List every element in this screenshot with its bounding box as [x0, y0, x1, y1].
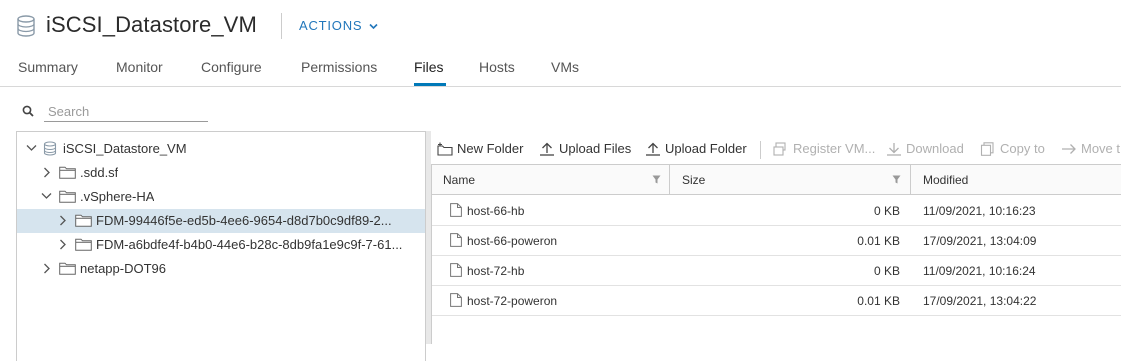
table-row[interactable]: host-66-hb 0 KB 11/09/2021, 10:16:23: [432, 195, 1121, 226]
file-icon: [450, 293, 462, 307]
file-modified: 17/09/2021, 13:04:09: [923, 234, 1037, 248]
upload-folder-button[interactable]: Upload Folder: [645, 141, 747, 156]
new-folder-label: New Folder: [457, 141, 524, 156]
search-icon: [22, 104, 34, 122]
actions-button[interactable]: ACTIONS: [299, 18, 378, 33]
download-icon: [887, 143, 901, 156]
chevron-right-icon[interactable]: [59, 215, 67, 226]
tree-item-vsphere-ha[interactable]: .vSphere-HA: [17, 185, 425, 209]
tree-item-label: iSCSI_Datastore_VM: [63, 141, 187, 156]
title-divider: [281, 13, 282, 39]
tab-summary[interactable]: Summary: [18, 59, 78, 75]
new-folder-icon: [437, 142, 453, 156]
file-size: 0 KB: [873, 204, 900, 218]
upload-icon: [540, 142, 554, 156]
tree-item-label: .sdd.sf: [80, 165, 119, 180]
tree-item-label: .vSphere-HA: [80, 189, 155, 204]
chevron-right-icon[interactable]: [59, 239, 67, 250]
download-label: Download: [906, 141, 964, 156]
file-name: host-66-poweron: [467, 234, 558, 248]
active-tab-indicator: [414, 83, 446, 86]
file-modified: 11/09/2021, 10:16:23: [923, 204, 1036, 218]
column-header-name[interactable]: Name: [443, 173, 475, 187]
folder-icon: [59, 190, 76, 203]
column-separator[interactable]: [910, 165, 911, 194]
toolbar-divider: [760, 141, 761, 159]
file-modified: 17/09/2021, 13:04:22: [923, 294, 1037, 308]
chevron-down-icon[interactable]: [26, 144, 37, 152]
file-name: host-72-hb: [467, 264, 525, 278]
file-size: 0 KB: [873, 264, 900, 278]
register-vm-icon: [773, 142, 786, 156]
tree-item-label: netapp-DOT96: [80, 261, 166, 276]
download-button[interactable]: Download: [886, 141, 964, 156]
tab-configure[interactable]: Configure: [201, 59, 262, 75]
upload-folder-label: Upload Folder: [665, 141, 747, 156]
tree-item-fdm-1[interactable]: FDM-99446f5e-ed5b-4ee6-9654-d8d7b0c9df89…: [17, 209, 425, 233]
folder-tree: iSCSI_Datastore_VM .sdd.sf .vSphere-HA F…: [16, 131, 426, 361]
tree-item-datastore[interactable]: iSCSI_Datastore_VM: [17, 137, 425, 161]
file-modified: 11/09/2021, 10:16:24: [923, 264, 1036, 278]
tree-item-label: FDM-a6bdfe4f-b4b0-44e6-b28c-8db9fa1e9c9f…: [96, 237, 403, 252]
folder-icon: [75, 214, 92, 227]
tab-files[interactable]: Files: [414, 59, 444, 75]
tree-item-netapp[interactable]: netapp-DOT96: [17, 257, 425, 281]
chevron-right-icon[interactable]: [43, 263, 51, 274]
upload-files-button[interactable]: Upload Files: [539, 141, 631, 156]
datastore-icon: [43, 141, 57, 156]
table-row[interactable]: host-72-hb 0 KB 11/09/2021, 10:16:24: [432, 255, 1121, 286]
upload-icon: [646, 142, 660, 156]
tab-monitor[interactable]: Monitor: [116, 59, 163, 75]
datastore-icon: [16, 15, 36, 37]
files-grid: Name Size Modified host-66-hb 0 KB 11/09…: [431, 164, 1121, 344]
column-header-size[interactable]: Size: [682, 173, 705, 187]
file-icon: [450, 263, 462, 277]
tab-permissions[interactable]: Permissions: [301, 59, 377, 75]
move-to-label: Move t: [1081, 141, 1121, 156]
file-size: 0.01 KB: [857, 234, 900, 248]
filter-icon[interactable]: [652, 175, 661, 184]
table-row[interactable]: host-66-poweron 0.01 KB 17/09/2021, 13:0…: [432, 225, 1121, 256]
register-vm-label: Register VM...: [793, 141, 876, 156]
tree-item-sdd-sf[interactable]: .sdd.sf: [17, 161, 425, 185]
copy-to-label: Copy to: [1000, 141, 1045, 156]
file-icon: [450, 233, 462, 247]
chevron-down-icon: [369, 23, 378, 30]
folder-icon: [75, 238, 92, 251]
column-header-modified[interactable]: Modified: [923, 173, 968, 187]
grid-header: Name Size Modified: [432, 165, 1121, 195]
page-title: iSCSI_Datastore_VM: [46, 12, 257, 37]
filter-icon[interactable]: [892, 175, 901, 184]
column-separator[interactable]: [669, 165, 670, 194]
new-folder-button[interactable]: New Folder: [437, 141, 523, 156]
arrow-right-icon: [1062, 144, 1076, 154]
tab-vms[interactable]: VMs: [551, 59, 579, 75]
copy-icon: [980, 142, 994, 156]
copy-to-button[interactable]: Copy to: [980, 141, 1045, 156]
actions-label: ACTIONS: [299, 18, 363, 33]
chevron-right-icon[interactable]: [43, 167, 51, 178]
register-vm-button[interactable]: Register VM...: [773, 141, 875, 156]
upload-files-label: Upload Files: [559, 141, 632, 156]
tree-item-label: FDM-99446f5e-ed5b-4ee6-9654-d8d7b0c9df89…: [96, 213, 392, 228]
tab-hosts[interactable]: Hosts: [479, 59, 515, 75]
move-to-button[interactable]: Move t: [1061, 141, 1120, 156]
file-name: host-72-poweron: [467, 294, 558, 308]
file-size: 0.01 KB: [857, 294, 900, 308]
table-row[interactable]: host-72-poweron 0.01 KB 17/09/2021, 13:0…: [432, 285, 1121, 316]
folder-icon: [59, 166, 76, 179]
folder-icon: [59, 262, 76, 275]
chevron-down-icon[interactable]: [41, 192, 52, 200]
file-icon: [450, 203, 462, 217]
file-name: host-66-hb: [467, 204, 525, 218]
tab-bar: Summary Monitor Configure Permissions Fi…: [0, 52, 1121, 87]
tree-item-fdm-2[interactable]: FDM-a6bdfe4f-b4b0-44e6-b28c-8db9fa1e9c9f…: [17, 233, 425, 257]
search-input[interactable]: [44, 101, 208, 122]
